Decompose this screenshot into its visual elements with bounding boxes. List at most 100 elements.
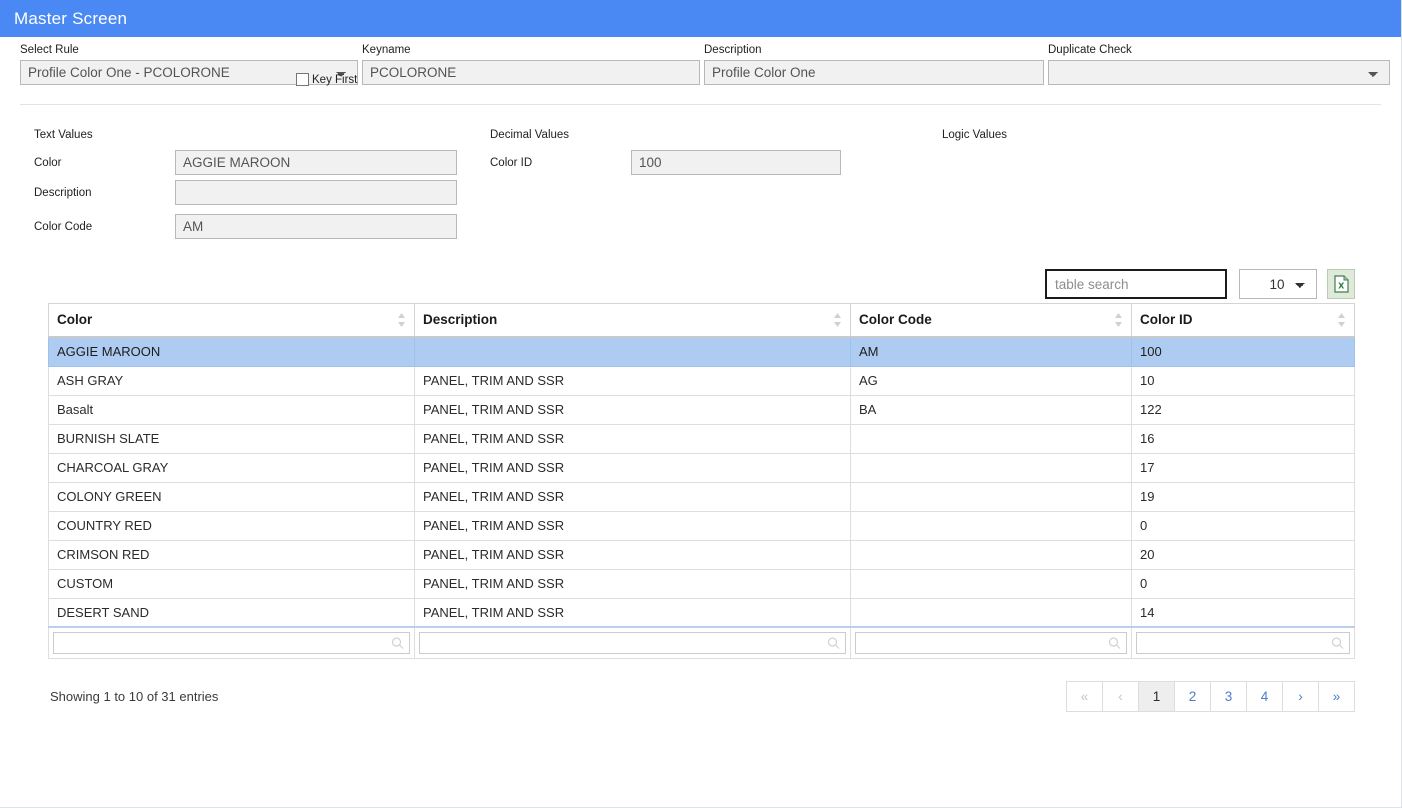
key-first-checkbox[interactable] [296,73,309,86]
column-header-description[interactable]: Description [415,304,851,338]
field-row-color-id: Color ID [490,150,841,175]
cell-color-id: 0 [1132,511,1355,540]
colors-table: Color Description Color Code [48,303,1355,659]
decimal-values-title: Decimal Values [490,129,569,141]
column-header-description-label: Description [423,312,497,327]
color-id-input[interactable] [631,150,841,175]
cell-color-code [851,598,1132,627]
text-values-title: Text Values [34,129,93,141]
filter-input-color-code[interactable] [855,632,1127,654]
description-group: Description [704,43,1044,85]
column-header-color[interactable]: Color [49,304,415,338]
keyname-input[interactable] [362,60,700,85]
page-length-select[interactable]: 10 [1239,269,1317,299]
sort-arrows-icon [833,313,842,327]
key-first-label: Key First [312,74,357,86]
table-row[interactable]: DESERT SANDPANEL, TRIM AND SSR 14 [49,598,1355,627]
filter-cell-description [415,627,851,659]
showing-entries-text: Showing 1 to 10 of 31 entries [50,689,218,704]
duplicate-check-label: Duplicate Check [1048,43,1390,57]
cell-color: CHARCOAL GRAY [49,453,415,482]
cell-color-code [851,424,1132,453]
filter-input-description[interactable] [419,632,846,654]
table-row[interactable]: CHARCOAL GRAYPANEL, TRIM AND SSR17 [49,453,1355,482]
color-code-input[interactable] [175,214,457,239]
cell-description: PANEL, TRIM AND SSR [415,482,851,511]
field-row-description: Description [34,180,457,205]
sort-arrows-icon [397,313,406,327]
cell-color-id: 10 [1132,366,1355,395]
table-search-input[interactable] [1045,269,1227,299]
keyname-label: Keyname [362,43,700,57]
excel-export-icon: X [1334,275,1349,293]
pagination-next[interactable]: › [1282,681,1319,712]
cell-color-code [851,569,1132,598]
logic-values-title: Logic Values [942,129,1007,141]
cell-color: Basalt [49,395,415,424]
cell-color-id: 14 [1132,598,1355,627]
cell-color-code: AM [851,337,1132,366]
column-header-color-code[interactable]: Color Code [851,304,1132,338]
cell-color-id: 0 [1132,569,1355,598]
duplicate-check-group: Duplicate Check [1048,43,1390,85]
pagination-last[interactable]: » [1318,681,1355,712]
data-table-block: 10 X Color [0,265,1401,712]
values-sections: Text Values Decimal Values Logic Values … [0,105,1401,265]
cell-color: CUSTOM [49,569,415,598]
sort-arrows-icon [1114,313,1123,327]
cell-description: PANEL, TRIM AND SSR [415,511,851,540]
page-length-group: 10 [1239,269,1317,299]
sort-arrows-icon [1337,313,1346,327]
pagination-page-1[interactable]: 1 [1138,681,1175,712]
cell-description: PANEL, TRIM AND SSR [415,395,851,424]
cell-color: COLONY GREEN [49,482,415,511]
cell-color-id: 100 [1132,337,1355,366]
cell-description [415,337,851,366]
column-header-color-code-label: Color Code [859,312,932,327]
cell-color: ASH GRAY [49,366,415,395]
table-row[interactable]: BURNISH SLATEPANEL, TRIM AND SSR16 [49,424,1355,453]
column-header-color-id[interactable]: Color ID [1132,304,1355,338]
duplicate-check-dropdown[interactable] [1048,60,1390,85]
pagination-page-2[interactable]: 2 [1174,681,1211,712]
cell-color-id: 20 [1132,540,1355,569]
table-row[interactable]: CRIMSON REDPANEL, TRIM AND SSR20 [49,540,1355,569]
cell-color-id: 17 [1132,453,1355,482]
table-row[interactable]: BasaltPANEL, TRIM AND SSRBA122 [49,395,1355,424]
description-input[interactable] [704,60,1044,85]
pagination-page-3[interactable]: 3 [1210,681,1247,712]
pagination-prev[interactable]: ‹ [1102,681,1139,712]
table-controls: 10 X [0,265,1401,303]
master-screen-page: Master Screen Select Rule Profile Color … [0,0,1402,808]
cell-color: AGGIE MAROON [49,337,415,366]
table-row[interactable]: ASH GRAYPANEL, TRIM AND SSRAG10 [49,366,1355,395]
text-description-input[interactable] [175,180,457,205]
top-form-strip: Select Rule Profile Color One - PCOLORON… [0,37,1401,92]
pagination: «‹1234›» [1066,681,1355,712]
cell-color-id: 122 [1132,395,1355,424]
cell-color-code: AG [851,366,1132,395]
field-row-color: Color [34,150,457,175]
cell-color: COUNTRY RED [49,511,415,540]
key-first-checkbox-group[interactable]: Key First [296,73,357,86]
filter-input-color-id[interactable] [1136,632,1350,654]
filter-input-color[interactable] [53,632,410,654]
cell-color: CRIMSON RED [49,540,415,569]
table-head: Color Description Color Code [49,304,1355,338]
color-input[interactable] [175,150,457,175]
table-row[interactable]: AGGIE MAROON AM100 [49,337,1355,366]
table-body: AGGIE MAROONAM100ASH GRAYPANEL, TRIM AND… [49,337,1355,627]
table-row[interactable]: CUSTOMPANEL, TRIM AND SSR0 [49,569,1355,598]
table-row[interactable]: COUNTRY REDPANEL, TRIM AND SSR 0 [49,511,1355,540]
pagination-first[interactable]: « [1066,681,1103,712]
table-row[interactable]: COLONY GREENPANEL, TRIM AND SSR 19 [49,482,1355,511]
cell-color-code [851,453,1132,482]
cell-color-code [851,511,1132,540]
table-foot [49,627,1355,659]
cell-color-id: 19 [1132,482,1355,511]
cell-description: PANEL, TRIM AND SSR [415,598,851,627]
pagination-page-4[interactable]: 4 [1246,681,1283,712]
filter-cell-color [49,627,415,659]
excel-export-button[interactable]: X [1327,269,1355,299]
cell-color: DESERT SAND [49,598,415,627]
